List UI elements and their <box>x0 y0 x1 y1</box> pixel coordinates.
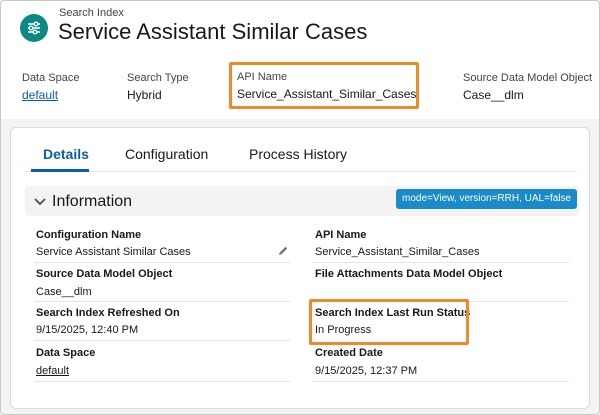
field-value-configuration-name: Service Assistant Similar Cases <box>36 246 191 258</box>
field-divider <box>34 381 290 382</box>
tab-bar: Details Configuration Process History <box>25 128 577 172</box>
api-name-highlight-box <box>229 62 419 109</box>
field-label-refreshed-on: Search Index Refreshed On <box>36 307 180 319</box>
field-divider <box>313 381 569 382</box>
field-value-refreshed-on: 9/15/2025, 12:40 PM <box>36 324 139 336</box>
field-label-file-attachments-dmo: File Attachments Data Model Object <box>315 268 503 280</box>
highlight-value-source-dmo: Case__dlm <box>463 88 524 102</box>
edit-pencil-icon[interactable] <box>277 245 289 257</box>
field-label-source-dmo: Source Data Model Object <box>36 268 173 280</box>
field-value-api-name: Service_Assistant_Similar_Cases <box>315 246 480 258</box>
app-frame: Search Index Service Assistant Similar C… <box>0 0 600 415</box>
field-value-data-space-link[interactable]: default <box>36 365 69 377</box>
status-highlight-box <box>309 299 469 345</box>
field-divider <box>34 340 290 341</box>
field-divider <box>34 262 290 263</box>
highlight-value-search-type: Hybrid <box>127 88 162 102</box>
highlight-label-data-space: Data Space <box>22 72 80 84</box>
record-type-label: Search Index <box>59 7 124 19</box>
tab-details[interactable]: Details <box>43 146 89 162</box>
section-title: Information <box>52 193 133 210</box>
highlight-label-source-dmo: Source Data Model Object <box>463 72 593 84</box>
mode-badge: mode=View, version=RRH, UAL=false <box>396 189 578 209</box>
highlight-value-data-space-link[interactable]: default <box>22 88 58 102</box>
highlight-label-search-type: Search Type <box>127 72 189 84</box>
page-title: Service Assistant Similar Cases <box>58 19 368 44</box>
record-header: Search Index Service Assistant Similar C… <box>1 1 599 119</box>
search-index-icon <box>20 14 48 42</box>
field-value-source-dmo: Case__dlm <box>36 286 92 298</box>
field-label-api-name: API Name <box>315 229 367 241</box>
field-label-created-date: Created Date <box>315 347 383 359</box>
field-label-data-space: Data Space <box>36 347 96 359</box>
field-divider <box>313 262 569 263</box>
field-value-created-date: 9/15/2025, 12:37 PM <box>315 365 418 377</box>
field-label-configuration-name: Configuration Name <box>36 229 142 241</box>
chevron-down-icon[interactable] <box>33 194 47 208</box>
tab-configuration[interactable]: Configuration <box>125 146 208 162</box>
active-tab-indicator <box>31 169 89 172</box>
tab-process-history[interactable]: Process History <box>249 146 347 162</box>
field-divider <box>34 301 290 302</box>
